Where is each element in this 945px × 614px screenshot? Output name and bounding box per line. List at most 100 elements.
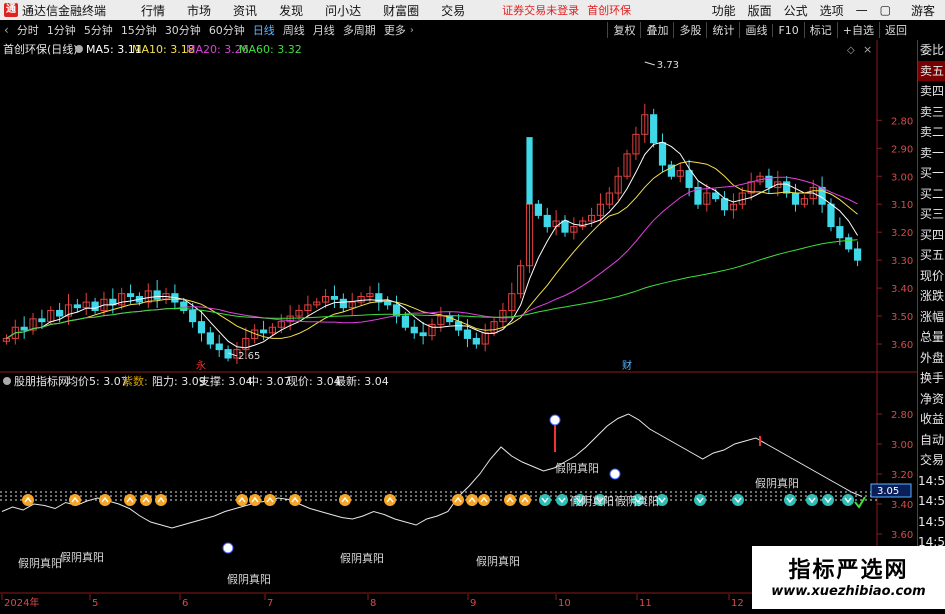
quote-label[interactable]: 买二 bbox=[918, 184, 945, 205]
period-1min[interactable]: 1分钟 bbox=[47, 22, 76, 38]
menu-item-quotes[interactable]: 行情 bbox=[141, 2, 165, 19]
sub-settings-dot-icon[interactable] bbox=[3, 377, 11, 385]
period-60min[interactable]: 60分钟 bbox=[209, 22, 245, 38]
sub-stat-avg5: 均价5: 3.07 bbox=[67, 375, 128, 388]
menu-item-function[interactable]: 功能 bbox=[712, 2, 736, 19]
candle-body bbox=[713, 193, 719, 199]
guest-label[interactable]: 游客 bbox=[911, 2, 935, 19]
quote-label[interactable]: 买三 bbox=[918, 204, 945, 225]
quote-label[interactable]: 委比 bbox=[918, 40, 945, 61]
date-label: 2024年 bbox=[4, 596, 39, 609]
period-5min[interactable]: 5分钟 bbox=[84, 22, 113, 38]
tool-mark[interactable]: 标记 bbox=[804, 22, 837, 38]
settings-dot-icon[interactable] bbox=[75, 45, 83, 53]
date-label: 6 bbox=[182, 598, 188, 609]
y-tick-label: 3.00 bbox=[891, 172, 913, 183]
period-multi[interactable]: 多周期 bbox=[343, 22, 376, 38]
menu-item-market[interactable]: 市场 bbox=[187, 2, 211, 19]
candle-body bbox=[340, 299, 346, 307]
tool-draw[interactable]: 画线 bbox=[739, 22, 772, 38]
quote-label[interactable]: 买五 bbox=[918, 245, 945, 266]
watermark-url: www.xuezhibiao.com bbox=[752, 584, 945, 599]
restore-icon[interactable]: ▢ bbox=[880, 3, 891, 17]
tag-label: 假阴真阳 bbox=[60, 550, 104, 564]
quote-label[interactable]: 净资 bbox=[918, 389, 945, 410]
period-daily[interactable]: 日线 bbox=[253, 22, 275, 38]
date-label: 12 bbox=[731, 598, 744, 609]
sub-stat-mid: 中: 3.07 bbox=[248, 375, 291, 388]
quote-label[interactable]: 涨幅 bbox=[918, 307, 945, 328]
close-icon[interactable]: × bbox=[863, 43, 872, 56]
candle-body bbox=[402, 316, 408, 327]
tool-stats[interactable]: 统计 bbox=[706, 22, 739, 38]
up-signal-icon bbox=[452, 494, 464, 506]
quote-label[interactable]: 收益 bbox=[918, 409, 945, 430]
cross-signal-icon bbox=[550, 415, 560, 425]
candle-body bbox=[562, 221, 568, 232]
menu-item-layout[interactable]: 版面 bbox=[748, 2, 772, 19]
tool-add-watch[interactable]: +自选 bbox=[837, 22, 879, 38]
tool-overlay[interactable]: 叠加 bbox=[640, 22, 673, 38]
up-signal-icon bbox=[504, 494, 516, 506]
quote-label[interactable]: 买一 bbox=[918, 163, 945, 184]
up-signal-icon bbox=[519, 494, 531, 506]
tool-back[interactable]: 返回 bbox=[879, 22, 912, 38]
tool-f10[interactable]: F10 bbox=[772, 24, 803, 37]
candle-body bbox=[837, 227, 843, 238]
down-signal-icon bbox=[784, 494, 796, 506]
menu-item-trade[interactable]: 交易 bbox=[441, 2, 465, 19]
quote-label[interactable]: 卖四 bbox=[918, 81, 945, 102]
quote-label[interactable]: 交易 bbox=[918, 450, 945, 471]
down-signal-icon bbox=[732, 494, 744, 506]
period-30min[interactable]: 30分钟 bbox=[165, 22, 201, 38]
y-tick-label: 3.30 bbox=[891, 256, 913, 267]
menu-item-formula[interactable]: 公式 bbox=[784, 2, 808, 19]
quote-label[interactable]: 卖五 bbox=[918, 61, 945, 82]
candle-body bbox=[74, 305, 80, 308]
menu-item-options[interactable]: 选项 bbox=[820, 2, 844, 19]
chevron-right-icon[interactable]: › bbox=[410, 25, 414, 36]
y-tick-label: 2.90 bbox=[891, 144, 913, 155]
quote-label[interactable]: 自动 bbox=[918, 430, 945, 451]
tag-label: 假阴真阳 bbox=[555, 461, 599, 475]
quote-side-panel: 委比卖五卖四卖三卖二卖一买一买二买三买四买五现价涨跌涨幅总量外盘换手净资收益自动… bbox=[917, 40, 945, 609]
menu-item-news[interactable]: 资讯 bbox=[233, 2, 257, 19]
period-monthly[interactable]: 月线 bbox=[313, 22, 335, 38]
candle-body bbox=[544, 215, 550, 226]
tool-adjust[interactable]: 复权 bbox=[607, 22, 640, 38]
up-signal-icon bbox=[124, 494, 136, 506]
chart-area[interactable]: 首创环保(日线) MA5: 3.11 MA10: 3.18 MA20: 3.26… bbox=[0, 40, 917, 609]
watermark-title: 指标严选网 bbox=[752, 552, 945, 584]
login-warning[interactable]: 证券交易未登录 bbox=[502, 2, 579, 18]
minimize-icon[interactable]: — bbox=[856, 3, 868, 17]
diamond-icon[interactable]: ◇ bbox=[847, 45, 855, 56]
period-15min[interactable]: 15分钟 bbox=[121, 22, 157, 38]
quote-label[interactable]: 卖二 bbox=[918, 122, 945, 143]
collapse-icon[interactable]: ‹ bbox=[4, 23, 9, 37]
period-intraday[interactable]: 分时 bbox=[17, 22, 39, 38]
tag-label: 假阴真阳 bbox=[476, 554, 520, 568]
down-signal-icon bbox=[556, 494, 568, 506]
tag-label: 假阴真阳 bbox=[615, 494, 659, 508]
up-signal-icon bbox=[155, 494, 167, 506]
quote-label[interactable]: 外盘 bbox=[918, 348, 945, 369]
quote-label[interactable]: 14:56 bbox=[918, 491, 945, 512]
quote-label[interactable]: 换手 bbox=[918, 368, 945, 389]
period-more[interactable]: 更多 bbox=[384, 22, 406, 38]
date-axis: 2024年56789101112 bbox=[0, 594, 877, 609]
quote-label[interactable]: 卖三 bbox=[918, 102, 945, 123]
quote-label[interactable]: 14:56 bbox=[918, 512, 945, 533]
quote-label[interactable]: 涨跌 bbox=[918, 286, 945, 307]
quote-label[interactable]: 总量 bbox=[918, 327, 945, 348]
quote-label[interactable]: 现价 bbox=[918, 266, 945, 287]
quote-label[interactable]: 买四 bbox=[918, 225, 945, 246]
menu-item-ask[interactable]: 问小达 bbox=[325, 2, 361, 19]
down-signal-icon bbox=[539, 494, 551, 506]
menu-item-discover[interactable]: 发现 bbox=[279, 2, 303, 19]
tool-multi-stock[interactable]: 多股 bbox=[673, 22, 706, 38]
period-weekly[interactable]: 周线 bbox=[283, 22, 305, 38]
quote-label[interactable]: 14:56 bbox=[918, 471, 945, 492]
candle-body bbox=[721, 199, 727, 210]
menu-item-wealth[interactable]: 财富圈 bbox=[383, 2, 419, 19]
quote-label[interactable]: 卖一 bbox=[918, 143, 945, 164]
